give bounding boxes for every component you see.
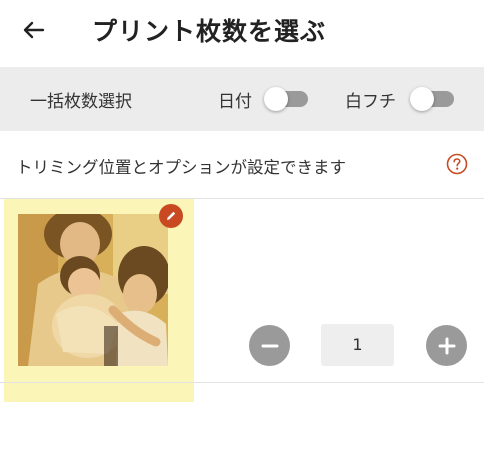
minus-icon <box>261 344 278 347</box>
decrease-quantity-button[interactable] <box>249 325 290 366</box>
options-bar: 一括枚数選択 日付 白フチ <box>0 67 484 131</box>
date-toggle-knob <box>264 87 288 111</box>
help-button[interactable] <box>446 153 468 175</box>
plus-icon <box>438 337 455 354</box>
white-border-toggle[interactable] <box>410 87 456 111</box>
trimming-info-text: トリミング位置とオプションが設定できます <box>16 158 346 177</box>
bulk-quantity-select-link[interactable]: 一括枚数選択 <box>30 87 132 112</box>
date-label: 日付 <box>218 92 252 112</box>
question-circle-icon <box>446 153 468 175</box>
back-button[interactable] <box>18 14 50 46</box>
arrow-left-icon <box>23 21 45 39</box>
white-border-label: 白フチ <box>345 92 396 112</box>
info-row: トリミング位置とオプションが設定できます <box>0 131 484 199</box>
increase-quantity-button[interactable] <box>426 325 467 366</box>
photo-image <box>18 214 168 366</box>
app-header: プリント枚数を選ぶ <box>0 0 484 62</box>
pencil-icon <box>167 211 176 220</box>
page-title: プリント枚数を選ぶ <box>92 17 327 46</box>
photo-thumbnail[interactable] <box>18 214 168 366</box>
edit-photo-button[interactable] <box>159 204 183 228</box>
quantity-field[interactable]: 1 <box>321 324 394 366</box>
date-toggle[interactable] <box>264 87 310 111</box>
white-border-toggle-knob <box>410 87 434 111</box>
